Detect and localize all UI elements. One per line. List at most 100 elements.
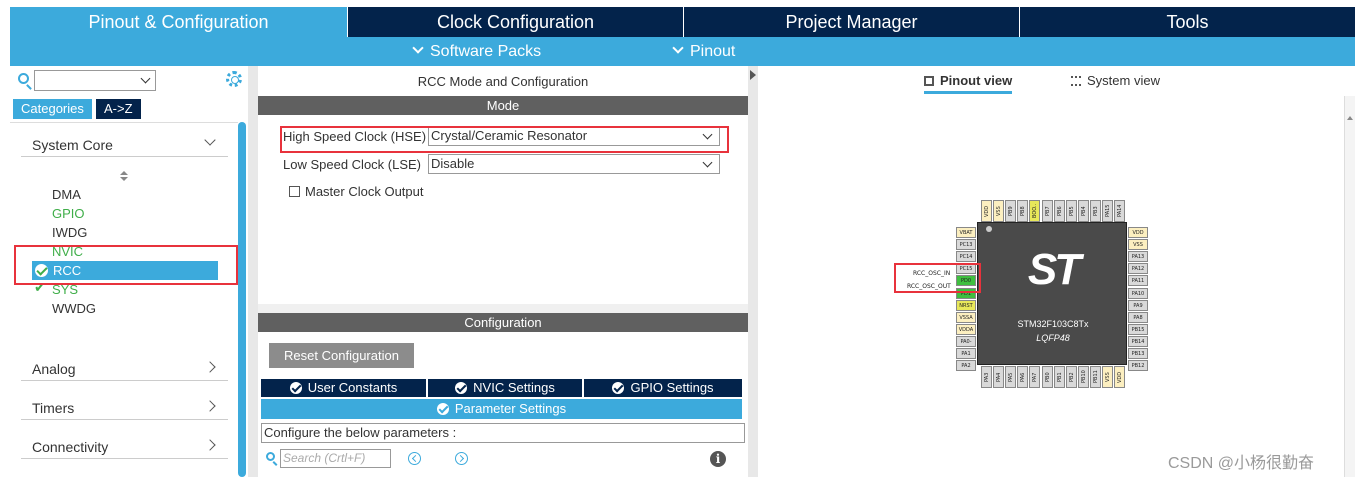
pin-bottom-pa3[interactable]: PA3 [981, 366, 992, 388]
tab-project-manager[interactable]: Project Manager [684, 7, 1020, 37]
pin-right-pb13[interactable]: PB13 [1128, 348, 1148, 359]
mode-section: RCC Mode and Configuration Mode High Spe… [258, 66, 748, 304]
pin1-marker [986, 226, 992, 232]
list-item-gpio[interactable]: GPIO [52, 206, 85, 221]
group-system-core[interactable]: System Core [21, 133, 228, 157]
pin-left-nrst[interactable]: NRST [956, 299, 976, 311]
panel-title: RCC Mode and Configuration [417, 74, 589, 89]
scrollbar[interactable] [238, 122, 246, 477]
pin-top-boo[interactable]: BOO.. [1029, 200, 1041, 222]
tab-parameter-settings[interactable]: Parameter Settings [261, 399, 742, 419]
pin-left-vssa[interactable]: VSSA [956, 311, 976, 323]
software-packs-menu[interactable]: Software Packs [412, 37, 542, 66]
tab-label: NVIC Settings [473, 380, 555, 395]
tab-gpio-settings[interactable]: GPIO Settings [584, 379, 742, 397]
pin-top-pb4[interactable]: PB4 [1077, 200, 1089, 222]
pin-left-pc13[interactable]: PC13 [956, 239, 976, 251]
tab-system-view[interactable]: System view [1071, 73, 1160, 88]
pin-right-pa10[interactable]: PA10 [1128, 287, 1148, 299]
tab-pinout-view[interactable]: Pinout view [924, 73, 1013, 94]
tab-label: System view [1087, 73, 1160, 88]
info-icon[interactable]: i [710, 451, 726, 467]
pin-bottom-pa7[interactable]: PA7 [1029, 366, 1041, 388]
pin-left-vbat[interactable]: VBAT [956, 227, 976, 238]
pin-bottom-pa4[interactable]: PA4 [993, 366, 1005, 388]
reset-configuration-button[interactable]: Reset Configuration [269, 343, 414, 368]
list-item-dma[interactable]: DMA [52, 187, 81, 202]
splitter[interactable] [748, 66, 758, 477]
chevron-down-icon [140, 73, 151, 84]
list-item-wwdg[interactable]: WWDG [52, 301, 96, 316]
parameter-note: Configure the below parameters : [261, 423, 745, 443]
lse-value: Disable [431, 156, 475, 171]
pin-top-pb3[interactable]: PB3 [1089, 200, 1101, 222]
gear-icon[interactable] [226, 71, 242, 87]
pin-top-pa14[interactable]: PA14 [1114, 200, 1126, 222]
pin-bottom-pb0[interactable]: PB0 [1041, 366, 1053, 388]
collapse-arrow-icon[interactable] [750, 70, 756, 80]
pin-top-vdd[interactable]: VDD [981, 200, 992, 222]
pin-top-pa15[interactable]: PA15 [1102, 200, 1113, 222]
next-icon[interactable] [455, 452, 468, 465]
pin-top-vss[interactable]: VSS [993, 200, 1005, 222]
search-dropdown[interactable] [34, 70, 156, 91]
pin-right-pa13[interactable]: PA13 [1128, 251, 1148, 263]
group-analog[interactable]: Analog [21, 357, 228, 381]
pin-right-pb15[interactable]: PB15 [1128, 323, 1148, 335]
mcu-chip[interactable]: ST STM32F103C8Tx LQFP48 [977, 222, 1127, 365]
splitter[interactable] [248, 66, 258, 477]
pin-top-pb8[interactable]: PB8 [1017, 200, 1029, 222]
parameter-search-input[interactable]: Search (Crtl+F) [280, 449, 391, 468]
pin-left-pa0[interactable]: PA0- [956, 335, 976, 347]
pin-right-pa9[interactable]: PA9 [1128, 299, 1148, 311]
pin-top-pb9[interactable]: PB9 [1005, 200, 1017, 222]
pin-bottom-pb2[interactable]: PB2 [1065, 366, 1077, 388]
pin-bottom-pb10[interactable]: PB10 [1077, 366, 1089, 388]
group-connectivity[interactable]: Connectivity [21, 435, 228, 459]
pin-left-pa1[interactable]: PA1 [956, 348, 976, 359]
pinout-menu[interactable]: Pinout [672, 37, 735, 66]
pin-right-pa8[interactable]: PA8 [1128, 311, 1148, 323]
pin-bottom-vss[interactable]: VSS [1102, 366, 1113, 388]
pinout-panel: Pinout view System view VDD VSS PB9 PB8 BOO.… [758, 66, 1355, 477]
pin-right-pa12[interactable]: PA12 [1128, 263, 1148, 275]
pin-top-pb7[interactable]: PB7 [1041, 200, 1053, 222]
list-item-iwdg[interactable]: IWDG [52, 225, 87, 240]
pin-right-vdd[interactable]: VDD [1128, 227, 1148, 238]
tab-clock-configuration[interactable]: Clock Configuration [348, 7, 684, 37]
tab-pinout-configuration[interactable]: Pinout & Configuration [10, 7, 348, 37]
pin-bottom-pb11[interactable]: PB11 [1089, 366, 1101, 388]
pin-left-vdda[interactable]: VDDA [956, 323, 976, 335]
pin-bottom-pa5[interactable]: PA5 [1005, 366, 1017, 388]
pin-right-pa11[interactable]: PA11 [1128, 275, 1148, 287]
check-circle-icon [289, 382, 302, 394]
pin-bottom-vdd[interactable]: VDD [1114, 366, 1126, 388]
check-circle-icon [436, 403, 449, 415]
tab-a-z[interactable]: A->Z [96, 99, 141, 119]
lse-select[interactable]: Disable [428, 154, 720, 174]
search-icon[interactable] [18, 73, 29, 84]
highlight-box [280, 126, 729, 153]
pin-left-pc14[interactable]: PC14 [956, 251, 976, 263]
tab-categories[interactable]: Categories [13, 99, 92, 119]
tab-user-constants[interactable]: User Constants [261, 379, 428, 397]
group-timers[interactable]: Timers [21, 396, 228, 420]
chevron-down-icon [702, 157, 713, 168]
tab-tools[interactable]: Tools [1020, 7, 1355, 37]
pin-right-pb12[interactable]: PB12 [1128, 360, 1148, 372]
pin-right-pb14[interactable]: PB14 [1128, 335, 1148, 347]
pin-top-pb6[interactable]: PB6 [1053, 200, 1065, 222]
mco-label: Master Clock Output [305, 184, 424, 199]
highlight-box [894, 263, 981, 293]
pin-bottom-pa6[interactable]: PA6 [1017, 366, 1029, 388]
mco-checkbox[interactable] [289, 186, 300, 197]
pin-top-pb5[interactable]: PB5 [1065, 200, 1077, 222]
sort-icon[interactable] [120, 171, 128, 183]
pin-left-pa2[interactable]: PA2 [956, 360, 976, 372]
pin-right-vss[interactable]: VSS [1128, 239, 1148, 251]
software-packs-label: Software Packs [430, 43, 542, 60]
previous-icon[interactable] [408, 452, 421, 465]
tab-nvic-settings[interactable]: NVIC Settings [428, 379, 584, 397]
scrollbar[interactable] [1344, 96, 1355, 477]
pin-bottom-pb1[interactable]: PB1 [1053, 366, 1065, 388]
